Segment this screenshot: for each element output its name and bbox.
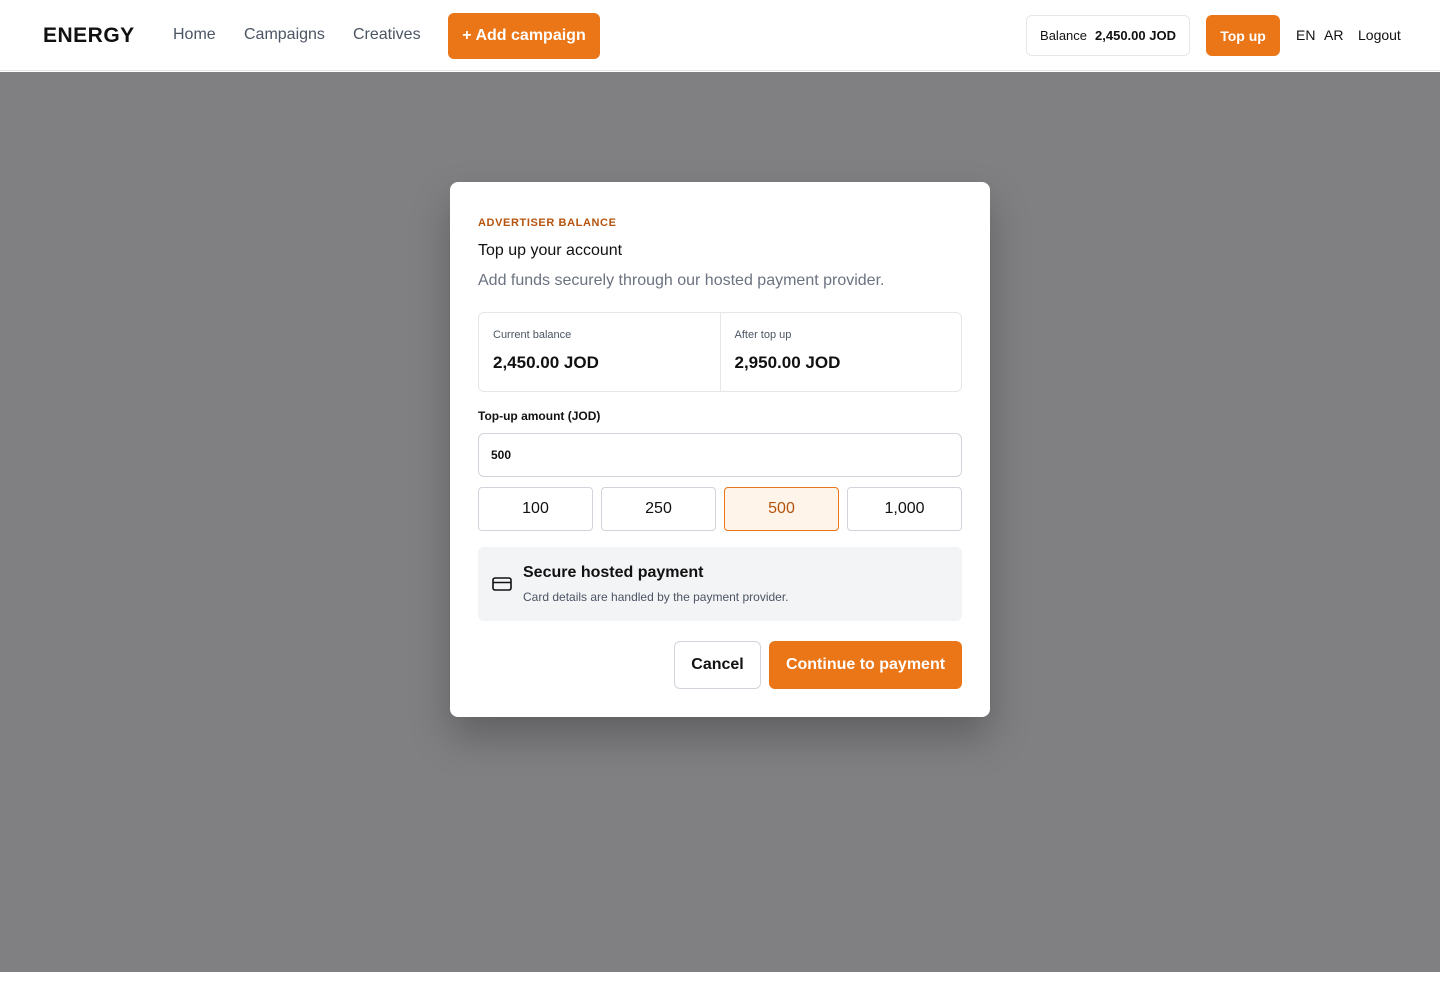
nav-link-creatives[interactable]: Creatives <box>353 26 421 44</box>
amount-preset-button[interactable]: 250 <box>601 487 716 531</box>
secure-payment-description: Card details are handled by the payment … <box>523 590 789 604</box>
balance-summary: Current balance 2,450.00 JOD After top u… <box>478 312 962 392</box>
logout-link[interactable]: Logout <box>1358 27 1401 43</box>
current-balance-card: Current balance 2,450.00 JOD <box>479 313 720 391</box>
modal-eyebrow: ADVERTISER BALANCE <box>478 217 617 229</box>
top-up-modal: ADVERTISER BALANCE Top up your account A… <box>450 182 990 717</box>
current-balance-label: Current balance <box>493 329 572 341</box>
after-topup-label: After top up <box>734 329 792 341</box>
cancel-button[interactable]: Cancel <box>674 641 761 689</box>
modal-subtitle: Add funds securely through our hosted pa… <box>478 272 885 289</box>
nav-link-campaigns[interactable]: Campaigns <box>244 26 325 44</box>
amount-preset-button[interactable]: 500 <box>724 487 839 531</box>
balance-value: 2,450.00 JOD <box>1095 28 1176 43</box>
amount-field-label: Top-up amount (JOD) <box>478 409 601 423</box>
top-up-button[interactable]: Top up <box>1206 15 1280 56</box>
add-campaign-button[interactable]: + Add campaign <box>448 13 600 59</box>
amount-input[interactable] <box>478 433 962 477</box>
nav-link-home[interactable]: Home <box>173 26 216 44</box>
page-bottom-strip <box>0 972 1440 1000</box>
credit-card-icon <box>492 577 512 591</box>
top-navbar: ENERGY Home Campaigns Creatives + Add ca… <box>0 0 1440 71</box>
after-topup-card: After top up 2,950.00 JOD <box>719 313 962 391</box>
secure-payment-title: Secure hosted payment <box>523 564 704 581</box>
amount-presets: 100 250 500 1,000 <box>478 487 962 531</box>
after-topup-value: 2,950.00 JOD <box>734 353 841 372</box>
balance-label: Balance <box>1040 28 1088 43</box>
continue-to-payment-button[interactable]: Continue to payment <box>769 641 962 689</box>
brand-logo[interactable]: ENERGY <box>43 24 135 48</box>
balance-display: Balance 2,450.00 JOD <box>1026 15 1190 56</box>
secure-payment-note: Secure hosted payment Card details are h… <box>478 547 962 621</box>
amount-preset-button[interactable]: 1,000 <box>847 487 962 531</box>
modal-title: Top up your account <box>478 242 623 259</box>
current-balance-value: 2,450.00 JOD <box>493 353 599 372</box>
language-en-link[interactable]: EN <box>1296 27 1315 43</box>
language-ar-link[interactable]: AR <box>1324 27 1343 43</box>
amount-preset-button[interactable]: 100 <box>478 487 593 531</box>
